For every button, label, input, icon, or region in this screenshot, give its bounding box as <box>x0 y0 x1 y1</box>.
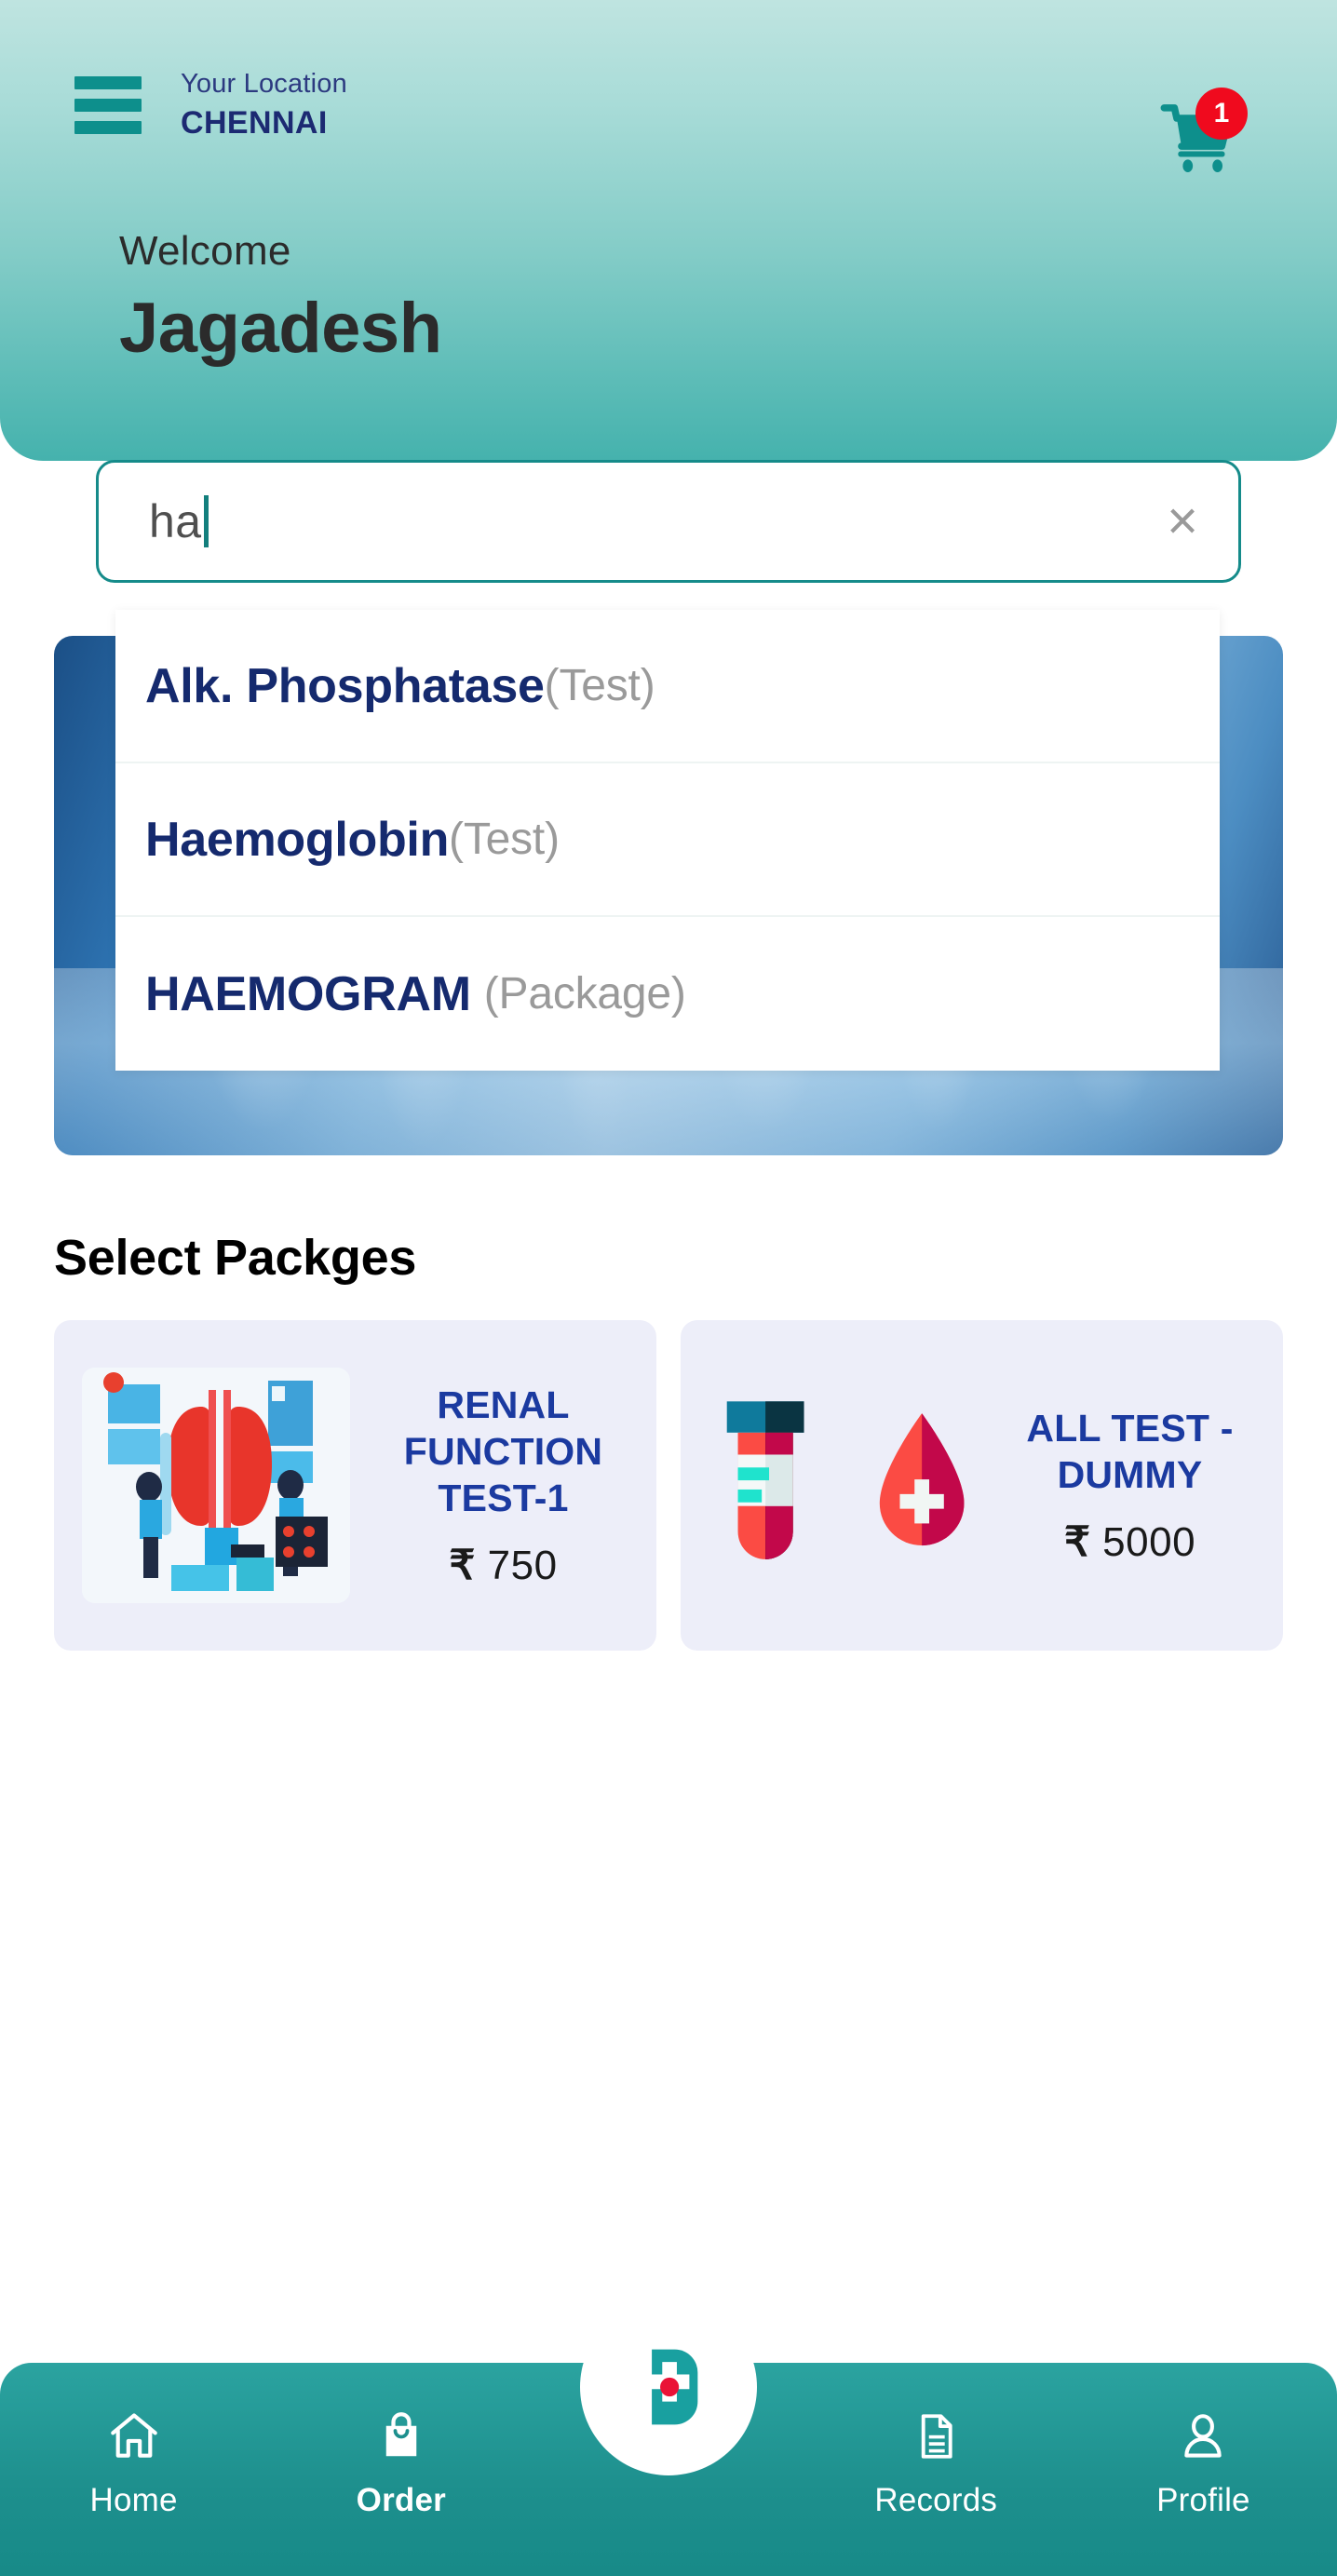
search-suggestions-dropdown: Alk. Phosphatase (Test) Haemoglobin (Test)… <box>115 610 1220 1071</box>
packages-list: RENAL FUNCTION TEST-1 ₹ 750 ALL TEST - D… <box>54 1320 1283 1651</box>
search-input-value: ha <box>149 495 202 547</box>
package-info: RENAL FUNCTION TEST-1 ₹ 750 <box>350 1382 656 1589</box>
welcome-label: Welcome <box>119 228 291 274</box>
bottom-navigation-bar: Home Order Records Profile <box>0 2299 1337 2576</box>
document-icon <box>921 2414 952 2459</box>
nav-label-records: Records <box>874 2482 998 2518</box>
welcome-block: Welcome Jagadesh <box>119 228 442 369</box>
suggestion-item[interactable]: Haemoglobin (Test) <box>115 763 1220 917</box>
suggestion-name: Alk. Phosphatase <box>145 658 545 713</box>
currency-symbol: ₹ <box>449 1543 476 1589</box>
location-block[interactable]: Your Location CHENNAI <box>181 66 347 143</box>
suggestion-item[interactable]: Alk. Phosphatase (Test) <box>115 610 1220 763</box>
header-top-bar: Your Location CHENNAI 1 <box>0 54 1337 173</box>
kidney-illustration-icon <box>82 1368 350 1603</box>
location-label: Your Location <box>181 69 347 100</box>
package-name: ALL TEST - DUMMY <box>1026 1406 1234 1496</box>
nav-item-order[interactable]: Order <box>267 2363 534 2519</box>
nav-item-profile[interactable]: Profile <box>1070 2363 1337 2519</box>
medical-cross-logo-icon <box>649 2349 698 2425</box>
test-tube-blood-drop-illustration-icon <box>709 1368 977 1603</box>
suggestion-type: (Test) <box>449 815 560 864</box>
cart-badge: 1 <box>1195 88 1248 140</box>
package-price: ₹ 750 <box>449 1542 557 1589</box>
text-cursor <box>203 495 209 547</box>
package-card[interactable]: RENAL FUNCTION TEST-1 ₹ 750 <box>54 1320 656 1651</box>
suggestion-name: HAEMOGRAM <box>145 966 471 1021</box>
hamburger-menu-icon[interactable] <box>74 76 142 134</box>
suggestion-name: Haemoglobin <box>145 812 450 867</box>
cart-button[interactable]: 1 <box>1160 88 1248 181</box>
app-screen: Your Location CHENNAI 1 Welcome Jagadesh <box>0 0 1337 2576</box>
page-title: Select Packges <box>54 1230 417 1286</box>
nav-label-order: Order <box>356 2482 446 2518</box>
package-info: ALL TEST - DUMMY ₹ 5000 <box>977 1405 1283 1566</box>
nav-item-records[interactable]: Records <box>803 2363 1070 2519</box>
package-price: ₹ 5000 <box>1064 1518 1195 1566</box>
price-value: 750 <box>487 1543 558 1589</box>
search-bar[interactable]: ha × <box>96 460 1241 583</box>
nav-label-profile: Profile <box>1156 2482 1250 2518</box>
fab-home-button[interactable] <box>580 2299 757 2475</box>
close-x-icon: × <box>1167 491 1198 551</box>
header: Your Location CHENNAI 1 Welcome Jagadesh <box>0 0 1337 461</box>
clear-search-button[interactable]: × <box>1127 463 1238 580</box>
suggestion-type: (Test) <box>544 661 655 710</box>
search-input[interactable]: ha <box>99 494 1127 548</box>
home-icon <box>110 2413 157 2458</box>
currency-symbol: ₹ <box>1063 1519 1091 1566</box>
package-card[interactable]: ALL TEST - DUMMY ₹ 5000 <box>681 1320 1283 1651</box>
location-value: CHENNAI <box>181 105 328 142</box>
package-name: RENAL FUNCTION TEST-1 <box>403 1382 603 1519</box>
suggestion-type: (Package) <box>483 969 686 1018</box>
price-value: 5000 <box>1102 1519 1196 1566</box>
user-name: Jagadesh <box>119 289 442 368</box>
nav-label-home: Home <box>89 2482 178 2518</box>
suggestion-item[interactable]: HAEMOGRAM (Package) <box>115 917 1220 1071</box>
person-icon <box>1184 2414 1222 2458</box>
bag-icon <box>385 2412 417 2457</box>
nav-item-home[interactable]: Home <box>0 2363 267 2519</box>
